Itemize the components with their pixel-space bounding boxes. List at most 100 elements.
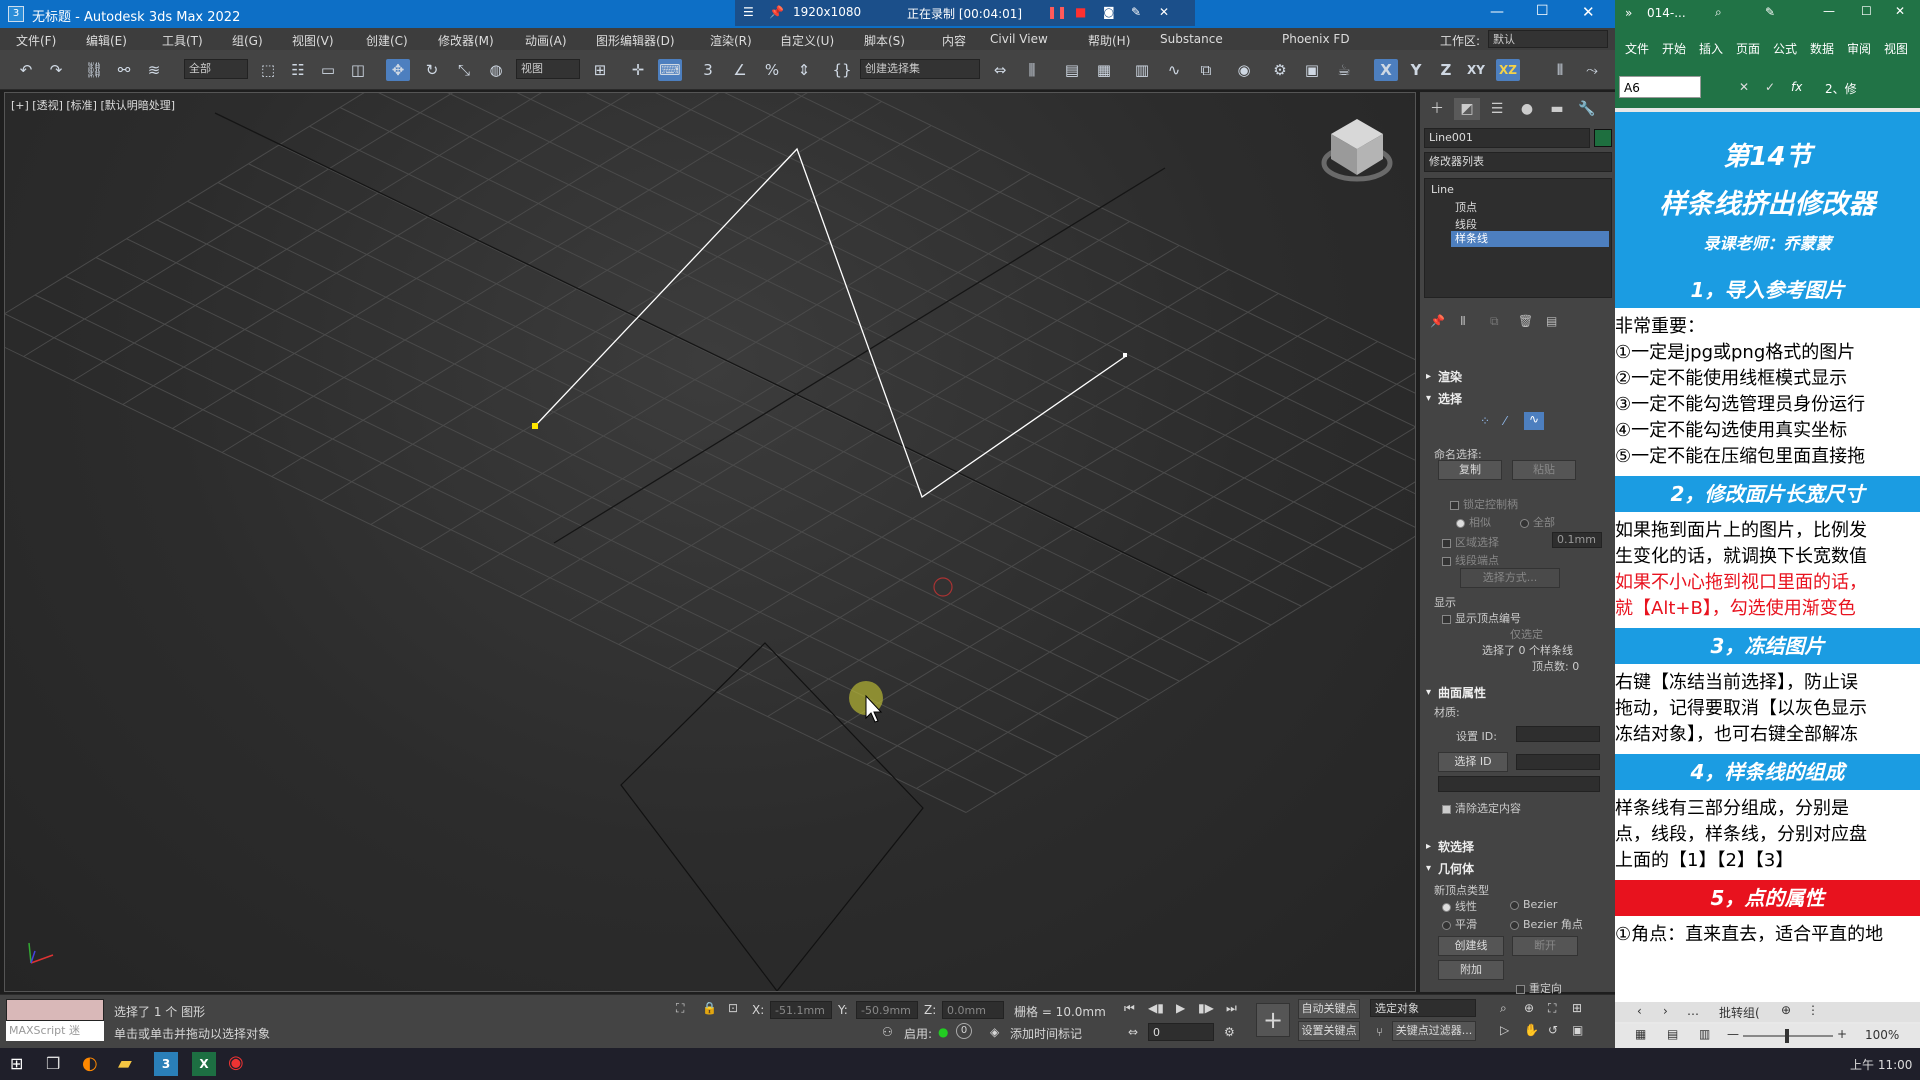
selected-object-select[interactable]: 选定对象: [1370, 999, 1476, 1017]
excel-pen-icon[interactable]: ✎: [1765, 5, 1775, 19]
object-color-swatch[interactable]: [1594, 129, 1612, 147]
selection-filter-select[interactable]: 全部: [184, 59, 248, 79]
timestamp-icon[interactable]: 0: [956, 1023, 972, 1039]
display-tab-icon[interactable]: ▬: [1544, 98, 1570, 120]
next-frame-icon[interactable]: ▮▶: [1198, 1001, 1214, 1015]
layer-explorer-icon[interactable]: ▦: [1092, 59, 1116, 81]
excel-taskbar-icon[interactable]: X: [192, 1052, 216, 1076]
menu-item[interactable]: 修改器(M): [438, 32, 494, 49]
add-time-tag-label[interactable]: 添加时间标记: [1010, 1025, 1082, 1042]
select-by-button[interactable]: 选择方式...: [1460, 568, 1560, 588]
pin-icon[interactable]: 📌: [769, 5, 784, 19]
menu-item[interactable]: 编辑(E): [86, 32, 127, 49]
rect-selection-icon[interactable]: ▭: [316, 59, 340, 81]
select-id-input[interactable]: [1516, 754, 1600, 770]
rotate-icon[interactable]: ↻: [420, 59, 444, 81]
menu-item[interactable]: Substance: [1160, 32, 1223, 46]
menu-item[interactable]: 视图(V): [292, 32, 334, 49]
pause-icon[interactable]: ❚❚: [1047, 5, 1067, 19]
stack-item-segment[interactable]: 线段: [1455, 216, 1477, 232]
set-key-plus-icon[interactable]: +: [1256, 1003, 1290, 1037]
spline-mode-icon[interactable]: ∿: [1524, 412, 1544, 430]
maxscript-listener-pink[interactable]: [6, 999, 104, 1021]
percent-snap-icon[interactable]: %: [760, 59, 784, 81]
manipulate-icon[interactable]: ✛: [626, 59, 650, 81]
ribbon-tab[interactable]: 开始: [1662, 40, 1686, 57]
maxscript-mini-listener[interactable]: MAXScript 迷: [6, 1021, 104, 1041]
menu-item[interactable]: 渲染(R): [710, 32, 752, 49]
key-mode-icon[interactable]: ⇔: [1128, 1025, 1138, 1039]
link-icon[interactable]: ⛓: [82, 59, 106, 81]
orbit-icon[interactable]: ↺: [1548, 1023, 1558, 1037]
remove-modifier-icon[interactable]: 🗑: [1518, 314, 1533, 328]
select-object-icon[interactable]: ⬚: [256, 59, 280, 81]
all-radio[interactable]: 全部: [1520, 514, 1555, 530]
set-id-input[interactable]: [1516, 726, 1600, 742]
rollout-geometry[interactable]: 几何体: [1424, 860, 1612, 878]
clear-selection-checkbox[interactable]: 清除选定内容: [1442, 800, 1521, 816]
current-frame-input[interactable]: 0: [1148, 1023, 1214, 1041]
smooth-radio[interactable]: 平滑: [1442, 916, 1477, 932]
menu-item[interactable]: 帮助(H): [1088, 32, 1130, 49]
show-end-result-icon[interactable]: Ⅱ: [1460, 314, 1466, 328]
next-sheet-icon[interactable]: ›: [1663, 1004, 1668, 1018]
constraints-icon[interactable]: ⫴: [1548, 59, 1572, 81]
goto-start-icon[interactable]: ⏮: [1124, 1001, 1135, 1016]
render-icon[interactable]: ☕: [1332, 59, 1356, 81]
rollout-select[interactable]: 选择: [1424, 390, 1612, 408]
excel-file-tab[interactable]: 014-...: [1647, 6, 1686, 20]
similar-radio[interactable]: 相似: [1456, 514, 1491, 530]
window-crossing-icon[interactable]: ◫: [346, 59, 370, 81]
ribbon-tab[interactable]: 文件: [1625, 40, 1649, 57]
page-layout-icon[interactable]: ▤: [1667, 1027, 1678, 1041]
z-coord-input[interactable]: 0.0mm: [942, 1001, 1004, 1019]
render-frame-icon[interactable]: ▣: [1300, 59, 1324, 81]
prev-sheet-icon[interactable]: ‹: [1637, 1004, 1642, 1018]
segment-end-checkbox[interactable]: 线段端点: [1442, 552, 1499, 568]
recorder-taskbar-icon[interactable]: ◉: [228, 1052, 244, 1073]
hierarchy-tab-icon[interactable]: ☰: [1484, 98, 1510, 120]
sheet-options-icon[interactable]: ⋮: [1807, 1003, 1819, 1017]
play-icon[interactable]: ▶: [1176, 1001, 1185, 1015]
menu-item[interactable]: 内容: [942, 32, 966, 49]
stack-item-line[interactable]: Line: [1431, 183, 1454, 196]
excel-minimize-icon[interactable]: —: [1823, 4, 1835, 18]
area-selection-input[interactable]: 0.1mm: [1552, 532, 1602, 548]
excel-search-icon[interactable]: ⌕: [1715, 5, 1722, 20]
only-selected-checkbox[interactable]: 仅选定: [1510, 626, 1543, 642]
quick-access-icon[interactable]: ⤳: [1580, 59, 1604, 81]
excel-maximize-icon[interactable]: ☐: [1861, 4, 1872, 18]
minimize-icon[interactable]: —: [1490, 4, 1504, 20]
zoom-level[interactable]: 100%: [1865, 1028, 1899, 1042]
name-box[interactable]: A6: [1619, 76, 1701, 98]
ribbon-tab[interactable]: 视图: [1884, 40, 1908, 57]
menu-item[interactable]: 文件(F): [16, 32, 56, 49]
expand-icon[interactable]: »: [1625, 6, 1632, 20]
menu-item[interactable]: 工具(T): [162, 32, 203, 49]
place-icon[interactable]: ◍: [484, 59, 508, 81]
zoom-out-icon[interactable]: —: [1727, 1027, 1739, 1041]
schematic-view-icon[interactable]: ⧉: [1194, 59, 1218, 81]
lock-handles-checkbox[interactable]: 锁定控制柄: [1450, 496, 1518, 512]
undo-icon[interactable]: ↶: [14, 59, 38, 81]
zoom-in-icon[interactable]: +: [1837, 1027, 1847, 1041]
menu-item[interactable]: 图形编辑器(D): [596, 32, 675, 49]
scale-icon[interactable]: ⤡: [452, 59, 476, 81]
normal-view-icon[interactable]: ▦: [1635, 1027, 1646, 1041]
menu-icon[interactable]: ☰: [743, 5, 754, 19]
menu-item[interactable]: Phoenix FD: [1282, 32, 1350, 46]
area-selection-checkbox[interactable]: 区域选择: [1442, 534, 1499, 550]
bezier-corner-radio[interactable]: Bezier 角点: [1510, 916, 1583, 932]
viewport-scene[interactable]: [5, 93, 1416, 992]
zoom-all-icon[interactable]: ⊕: [1524, 1001, 1534, 1015]
keyboard-shortcut-icon[interactable]: ⌨: [658, 59, 682, 81]
menu-item[interactable]: 组(G): [232, 32, 263, 49]
mirror-icon[interactable]: ⇔: [988, 59, 1012, 81]
add-sheet-icon[interactable]: ⊕: [1781, 1003, 1791, 1017]
ribbon-tab[interactable]: 数据: [1810, 40, 1834, 57]
axis-xy-button[interactable]: XY: [1464, 59, 1488, 81]
goto-end-icon[interactable]: ⏭: [1226, 1001, 1237, 1016]
zoom-extents-all-icon[interactable]: ⊞: [1572, 1001, 1582, 1015]
linear-radio[interactable]: 线性: [1442, 898, 1477, 914]
break-button[interactable]: 断开: [1512, 936, 1578, 956]
